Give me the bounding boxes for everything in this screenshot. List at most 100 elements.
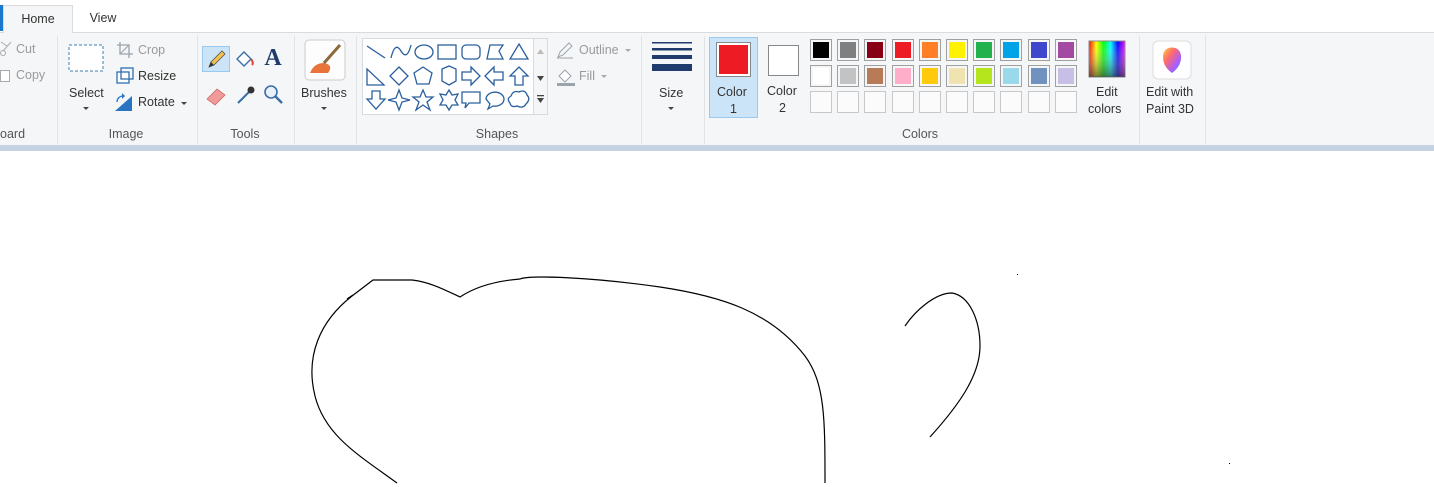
color-spectrum-icon (1088, 40, 1126, 78)
four-point-star-shape-icon (387, 88, 411, 112)
shapes-gallery-scroll[interactable] (533, 38, 548, 115)
chevron-down-icon (668, 107, 674, 110)
scissors-icon (0, 41, 12, 56)
palette-color-swatch[interactable] (892, 65, 914, 87)
palette-color-swatch[interactable] (919, 65, 941, 87)
fill-icon (557, 69, 575, 86)
palette-color-swatch[interactable] (1055, 65, 1077, 87)
eraser-icon (206, 88, 226, 106)
colors-group-label: Colors (901, 127, 939, 141)
custom-color-slot[interactable] (810, 91, 832, 113)
custom-color-slot[interactable] (919, 91, 941, 113)
palette-color-swatch[interactable] (837, 65, 859, 87)
palette-color-swatch[interactable] (973, 65, 995, 87)
crop-icon (117, 42, 133, 58)
palette-color-swatch[interactable] (973, 39, 995, 61)
shapes-gallery-icons (365, 42, 530, 112)
palette-color-swatch[interactable] (946, 65, 968, 87)
ribbon: Cut Copy oard Select Crop Resize Rotate … (0, 33, 1434, 145)
color2-button[interactable]: Color 2 (763, 37, 805, 118)
paint-bucket-icon (236, 51, 254, 67)
group-divider (1139, 36, 1140, 144)
rectangle-callout-shape-icon (461, 91, 481, 109)
outline-icon (557, 42, 573, 59)
paint3d-icon (1152, 40, 1192, 80)
palette-color-swatch[interactable] (1000, 65, 1022, 87)
brushes-button[interactable]: Brushes (297, 38, 353, 116)
eyedropper-icon (237, 86, 255, 104)
magnifier-icon (264, 85, 283, 104)
copy-label: Copy (16, 68, 46, 82)
size-label: Size (659, 86, 684, 100)
drawn-stroke (311, 276, 826, 484)
line-size-icon (652, 42, 692, 71)
fill-tool-button[interactable] (233, 48, 257, 72)
palette-color-swatch[interactable] (1055, 39, 1077, 61)
edit-colors-label-line1: Edit (1096, 85, 1118, 99)
brush-icon (304, 39, 346, 81)
drawing-canvas[interactable] (0, 151, 1434, 484)
palette-color-swatch[interactable] (864, 39, 886, 61)
custom-color-slot[interactable] (946, 91, 968, 113)
tab-view[interactable]: View (72, 5, 134, 32)
clipboard-group-label: oard (0, 127, 26, 141)
text-tool-icon[interactable]: A (262, 45, 284, 71)
chevron-down-icon (83, 107, 89, 110)
palette-color-swatch[interactable] (864, 65, 886, 87)
palette-color-swatch[interactable] (810, 39, 832, 61)
edit-colors-button[interactable]: Edit colors (1084, 38, 1130, 118)
edit-with-paint3d-button[interactable]: Edit with Paint 3D (1143, 38, 1201, 118)
custom-color-slot[interactable] (1000, 91, 1022, 113)
palette-color-swatch[interactable] (837, 39, 859, 61)
oval-shape-icon (414, 44, 434, 60)
shapes-group-label: Shapes (475, 127, 519, 141)
custom-color-slot[interactable] (892, 91, 914, 113)
palette-color-swatch[interactable] (1028, 65, 1050, 87)
tools-group-label: Tools (230, 127, 260, 141)
pentagon-shape-icon (413, 66, 433, 85)
five-point-star-shape-icon (411, 88, 435, 112)
chevron-down-icon (321, 107, 327, 110)
chevron-down-icon (625, 49, 631, 52)
cut-label: Cut (16, 42, 36, 56)
eraser-tool-button[interactable] (205, 83, 229, 107)
drawn-stroke (346, 294, 354, 300)
right-arrow-shape-icon (461, 65, 481, 87)
polygon-shape-icon (486, 44, 505, 60)
crop-label: Crop (138, 43, 166, 57)
palette-color-swatch[interactable] (892, 39, 914, 61)
outline-label: Outline (579, 43, 619, 57)
color1-button[interactable]: Color 1 (709, 37, 758, 118)
drawn-stroke (904, 292, 981, 438)
custom-color-slot[interactable] (864, 91, 886, 113)
palette-color-swatch[interactable] (810, 65, 832, 87)
custom-color-slot[interactable] (1028, 91, 1050, 113)
ribbon-tab-bar: Home View (0, 0, 1434, 33)
rectangle-shape-icon (437, 44, 457, 60)
color-picker-tool-button[interactable] (234, 83, 258, 107)
custom-color-slot[interactable] (1055, 91, 1077, 113)
select-rectangle-icon (68, 44, 104, 72)
magnifier-tool-button[interactable] (262, 83, 286, 107)
palette-color-swatch[interactable] (919, 39, 941, 61)
pencil-tool-button[interactable] (202, 46, 230, 72)
triangle-shape-icon (508, 42, 530, 60)
tab-home[interactable]: Home (3, 5, 73, 33)
shapes-gallery[interactable] (362, 38, 548, 115)
paint3d-label-line1: Edit with (1146, 85, 1194, 99)
palette-color-swatch[interactable] (946, 39, 968, 61)
select-button[interactable]: Select (64, 39, 108, 113)
chevron-down-icon (181, 102, 187, 105)
custom-color-slot[interactable] (837, 91, 859, 113)
image-group-label: Image (108, 127, 144, 141)
canvas-drawing (311, 274, 1230, 484)
six-point-star-shape-icon (438, 88, 460, 112)
size-button[interactable]: Size (647, 38, 695, 116)
color1-number: 1 (730, 102, 737, 116)
color2-number: 2 (779, 101, 786, 115)
group-divider (641, 36, 642, 144)
custom-color-slot[interactable] (973, 91, 995, 113)
select-label: Select (69, 86, 104, 100)
palette-color-swatch[interactable] (1000, 39, 1022, 61)
palette-color-swatch[interactable] (1028, 39, 1050, 61)
